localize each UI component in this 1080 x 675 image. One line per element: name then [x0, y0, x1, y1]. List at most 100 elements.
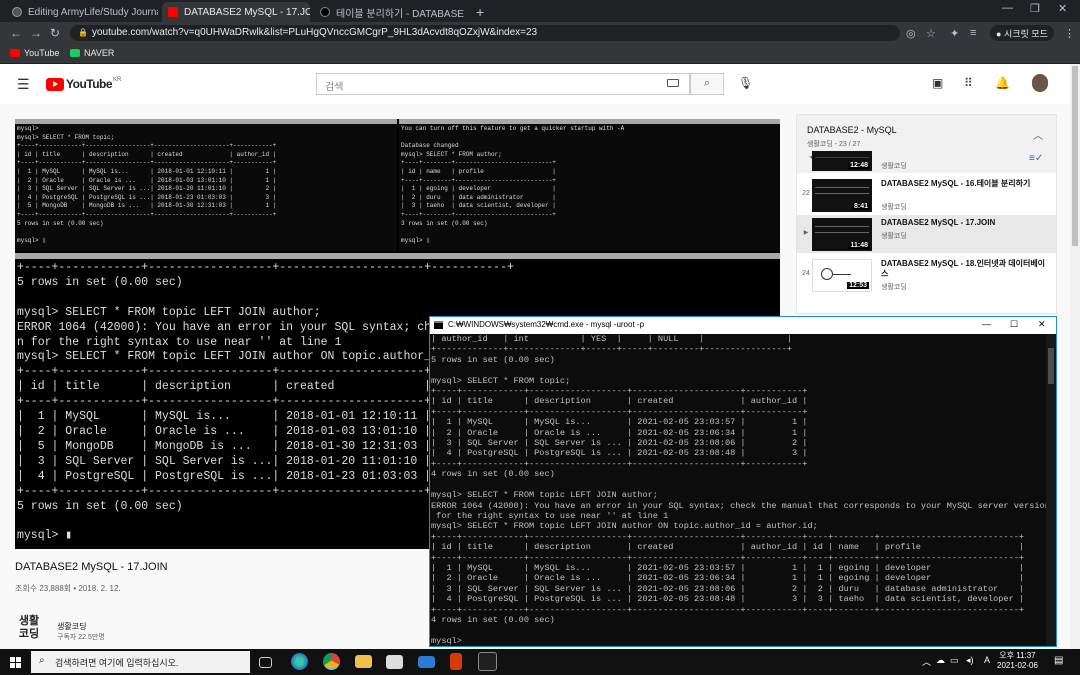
keyboard-icon[interactable] [667, 79, 679, 87]
terminal-text: You can turn off this feature to get a q… [401, 125, 625, 244]
maximize-icon[interactable]: ☐ [1010, 319, 1018, 330]
playlist-item-index: 24 [802, 270, 810, 277]
apps-grid-icon[interactable]: ⠿ [964, 76, 973, 90]
terminal-titlebar [15, 119, 397, 124]
network-icon[interactable]: ▭ [950, 655, 959, 666]
cmd-titlebar[interactable]: C:₩WINDOWS₩system32₩cmd.exe - mysql -uro… [430, 317, 1056, 334]
terminal-text: mysql> mysql> SELECT * FROM topic; +----… [17, 125, 277, 244]
playlist-item-current[interactable]: ▶ 11:48 DATABASE2 MySQL - 17.JOIN 생활코딩 [797, 215, 1056, 253]
playlist-item[interactable]: 22 8:41 DATABASE2 MySQL - 16.테이블 분리하기 생활… [797, 176, 1056, 214]
url-text: youtube.com/watch?v=q0UHWaDRwlk&list=PLu… [92, 27, 538, 38]
video-meta: 조회수 23,888회 • 2018. 2. 12. [15, 584, 121, 593]
cmd-scrollbar[interactable] [1046, 334, 1056, 646]
task-view-icon[interactable] [259, 657, 272, 668]
lock-icon: 🔒 [78, 28, 88, 37]
new-tab-button[interactable]: + [470, 2, 490, 22]
ime-indicator[interactable]: A [984, 655, 990, 665]
menu-kebab-icon[interactable]: ⋮ [1064, 27, 1075, 40]
bookmark-star-icon[interactable]: ☆ [926, 27, 936, 40]
show-hidden-icons-chevron-icon[interactable]: ︿ [922, 655, 931, 668]
microsoft-store-icon[interactable] [386, 655, 403, 669]
duration-badge: 11:48 [848, 242, 870, 249]
cmd-window[interactable]: C:₩WINDOWS₩system32₩cmd.exe - mysql -uro… [429, 316, 1057, 647]
volume-icon[interactable]: ◂) [966, 655, 974, 666]
playlist-item-index: 22 [802, 190, 810, 197]
hamburger-menu-icon[interactable]: ☰ [17, 76, 30, 93]
forward-icon[interactable]: → [30, 26, 42, 40]
playlist-item-channel: 생활코딩 [881, 163, 907, 170]
channel-subscribers: 구독자 22.5만명 [57, 634, 105, 641]
cmd-taskbar-icon[interactable] [478, 652, 497, 671]
scrollbar-thumb[interactable] [1072, 66, 1078, 246]
playlist-thumbnail: 12:53 [812, 259, 872, 292]
thumbnail-line [815, 193, 869, 194]
site-favicon-icon [320, 7, 330, 17]
video-terminal-author: You can turn off this feature to get a q… [399, 119, 780, 251]
playlist-thumbnail: 8:41 [812, 179, 872, 212]
minimize-icon[interactable]: — [982, 319, 991, 329]
channel-avatar-text: 생활 코딩 [18, 615, 40, 640]
channel-avatar[interactable]: 생활 코딩 [15, 615, 43, 645]
office-icon[interactable] [450, 653, 462, 670]
page-scrollbar[interactable] [1070, 64, 1080, 649]
back-icon[interactable]: ← [10, 26, 22, 40]
reading-list-icon[interactable]: ≡ [970, 27, 976, 39]
microphone-icon[interactable]: 🎙 [738, 76, 753, 90]
minimize-icon[interactable]: — [1002, 2, 1013, 14]
taskbar-search-input[interactable]: ⌕ 검색하려면 여기에 입력하십시오. [31, 651, 250, 673]
logo-region: KR [113, 77, 122, 83]
incognito-eye-icon[interactable]: ◎ [906, 27, 916, 40]
bookmark-youtube[interactable]: YouTube [10, 48, 59, 58]
tab-title: 테이블 분리하기 - DATABASE 2 [336, 8, 464, 20]
file-explorer-icon[interactable] [355, 655, 372, 668]
search-icon: ⌕ [39, 655, 45, 666]
playlist-thumbnail: 11:48 [812, 218, 872, 251]
search-button[interactable]: ⌕ [690, 73, 724, 95]
terminal-titlebar [15, 253, 780, 259]
thumbnail-progress [815, 157, 869, 158]
youtube-play-icon [46, 77, 64, 91]
thumbnail-line [815, 187, 869, 188]
edge-icon[interactable] [291, 653, 308, 670]
tab-database2-mysql[interactable]: DATABASE2 MySQL - 17.JOI ◂)) ✕ [162, 2, 310, 22]
create-video-icon[interactable]: ▣ [932, 76, 943, 90]
scrollbar-thumb[interactable] [1048, 348, 1054, 384]
video-title: DATABASE2 MySQL - 17.JOIN [15, 561, 168, 573]
tab-table-split[interactable]: 테이블 분리하기 - DATABASE 2 ✕ [314, 2, 464, 22]
profile-incognito-button[interactable]: ● 시크릿 모드 [990, 25, 1054, 41]
maximize-icon[interactable]: ❐ [1030, 2, 1040, 15]
onedrive-cloud-icon[interactable]: ☁ [936, 655, 945, 666]
tab-editing-armylife[interactable]: Editing ArmyLife/Study Journal ✕ [6, 2, 158, 22]
windows-start-icon[interactable] [10, 657, 21, 668]
youtube-logo[interactable]: YouTube KR [46, 77, 121, 91]
search-input[interactable]: 검색 [316, 73, 690, 95]
tab-title: Editing ArmyLife/Study Journal [28, 6, 158, 18]
youtube-header: ☰ YouTube KR 검색 ⌕ 🎙 ▣ ⠿ 🔔 [0, 64, 1070, 104]
playlist-thumbnail: 12:48 [812, 151, 872, 171]
playlist-item[interactable]: 12:48 생활코딩 [797, 135, 1056, 173]
clock-date: 2021-02-06 [997, 661, 1038, 670]
playlist-item-title: DATABASE2 MySQL - 18.인터넷과 데이터베이스 [881, 259, 1046, 278]
playlist-item[interactable]: 24 12:53 DATABASE2 MySQL - 18.인터넷과 데이터베이… [797, 256, 1056, 294]
notifications-bell-icon[interactable]: 🔔 [995, 76, 1010, 90]
diagram-node-icon [821, 268, 833, 280]
duration-badge: 12:53 [847, 282, 869, 289]
extensions-icon[interactable]: ✦ [950, 27, 959, 40]
bookmark-naver[interactable]: NAVER [70, 48, 114, 58]
playlist-title[interactable]: DATABASE2 - MySQL [807, 125, 897, 135]
notification-center-icon[interactable]: ▤ [1054, 655, 1063, 666]
url-field[interactable]: 🔒 youtube.com/watch?v=q0UHWaDRwlk&list=P… [70, 25, 900, 41]
channel-name[interactable]: 생활코딩 [57, 621, 86, 632]
now-playing-icon: ▶ [803, 230, 809, 236]
reload-icon[interactable]: ↻ [50, 26, 60, 40]
taskbar-clock[interactable]: 오후 11:37 2021-02-06 [997, 651, 1038, 671]
playlist-item-title: DATABASE2 MySQL - 16.테이블 분리하기 [881, 179, 1031, 188]
avatar[interactable] [1032, 74, 1048, 92]
incognito-icon: ● [996, 29, 1002, 39]
cmd-icon [434, 321, 443, 329]
close-window-icon[interactable]: ✕ [1058, 2, 1067, 15]
chrome-icon[interactable] [323, 653, 340, 670]
cmd-console-text[interactable]: | author_id | int | YES | | NULL | | +--… [430, 334, 1048, 646]
mail-icon[interactable] [418, 656, 435, 668]
close-window-icon[interactable]: ✕ [1038, 319, 1046, 330]
